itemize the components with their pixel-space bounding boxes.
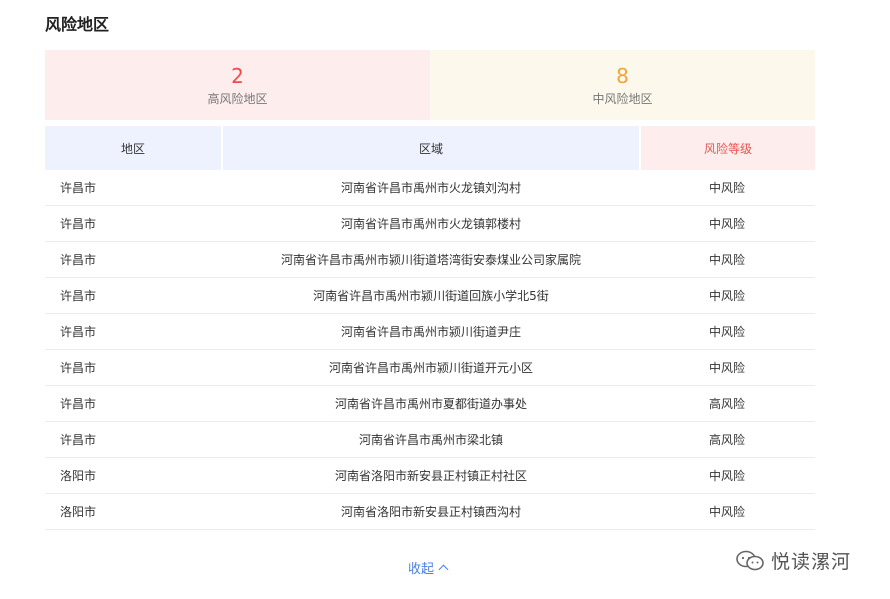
row-area: 河南省许昌市禹州市梁北镇 [358, 433, 503, 447]
row-region: 许昌市 [60, 361, 97, 375]
table-row: 许昌市 河南省许昌市禹州市夏都街道办事处 高风险 [45, 386, 815, 422]
table-row: 洛阳市 河南省洛阳市新安县正村镇正村社区 中风险 [45, 458, 815, 494]
table-row: 洛阳市 河南省洛阳市新安县正村镇西沟村 中风险 [45, 494, 815, 530]
row-area: 河南省许昌市禹州市火龙镇郭楼村 [340, 217, 521, 231]
table-row: 许昌市 河南省许昌市禹州市梁北镇 高风险 [45, 422, 815, 458]
row-area: 河南省许昌市禹州市颍川街道回族小学北5街 [313, 289, 549, 303]
row-region: 许昌市 [60, 433, 97, 447]
row-region: 许昌市 [60, 397, 97, 411]
row-region: 洛阳市 [60, 469, 97, 483]
mid-risk-card[interactable]: 8 中风险地区 [430, 50, 815, 120]
row-level: 中风险 [708, 469, 745, 483]
row-level: 中风险 [708, 361, 745, 375]
row-level: 中风险 [708, 289, 745, 303]
watermark-text: 悦读漯河 [771, 551, 852, 573]
row-region: 许昌市 [60, 325, 97, 339]
mid-risk-count: 8 [616, 64, 629, 88]
row-level: 中风险 [708, 217, 745, 231]
header-region: 地区 [45, 126, 221, 170]
table-row: 许昌市 河南省许昌市禹州市颍川街道开元小区 中风险 [45, 350, 815, 386]
row-area: 河南省许昌市禹州市颍川街道塔湾街安泰煤业公司家属院 [280, 253, 581, 267]
collapse-label: 收起 [408, 561, 435, 577]
table-header: 地区 区域 风险等级 [45, 126, 815, 170]
high-risk-label: 高风险地区 [207, 92, 268, 106]
table-row: 许昌市 河南省许昌市禹州市火龙镇郭楼村 中风险 [45, 206, 815, 242]
header-area: 区域 [223, 126, 639, 170]
row-level: 中风险 [708, 181, 745, 195]
row-area: 河南省许昌市禹州市颍川街道开元小区 [328, 361, 533, 375]
chevron-up-icon [438, 564, 449, 574]
header-level: 风险等级 [641, 126, 815, 170]
section-title: 风险地区 [45, 15, 110, 34]
table-row: 许昌市 河南省许昌市禹州市颍川街道塔湾街安泰煤业公司家属院 中风险 [45, 242, 815, 278]
wechat-icon [735, 550, 765, 572]
row-level: 中风险 [708, 325, 745, 339]
row-region: 许昌市 [60, 217, 97, 231]
row-region: 洛阳市 [60, 505, 97, 519]
table-row: 许昌市 河南省许昌市禹州市颍川街道回族小学北5街 中风险 [45, 278, 815, 314]
table-body: 许昌市 河南省许昌市禹州市火龙镇刘沟村 中风险 许昌市 河南省许昌市禹州市火龙镇郭楼村中… [45, 170, 815, 530]
collapse-button[interactable]: 收起 [408, 557, 449, 577]
watermark: 悦读漯河 [735, 547, 851, 574]
row-area: 河南省许昌市禹州市夏都街道办事处 [334, 397, 527, 411]
row-area: 河南省许昌市禹州市火龙镇刘沟村 [340, 181, 521, 195]
row-level: 中风险 [708, 253, 745, 267]
row-area: 河南省许昌市禹州市颍川街道尹庄 [340, 325, 521, 339]
table-row: 许昌市 河南省许昌市禹州市颍川街道尹庄 中风险 [45, 314, 815, 350]
row-region: 许昌市 [60, 253, 97, 267]
row-level: 高风险 [708, 397, 745, 411]
row-level: 高风险 [708, 433, 745, 447]
mid-risk-label: 中风险地区 [592, 92, 653, 106]
risk-summary: 2 高风险地区 8 中风险地区 [45, 50, 815, 120]
row-region: 许昌市 [60, 181, 97, 195]
high-risk-card[interactable]: 2 高风险地区 [45, 50, 430, 120]
high-risk-count: 2 [231, 64, 244, 88]
risk-area-table: 地区 区域 风险等级 许昌市 河南省许昌市禹州市火龙镇刘沟村 中风险 许昌市 河南省许昌… [45, 126, 815, 530]
row-area: 河南省洛阳市新安县正村镇西沟村 [340, 505, 521, 519]
row-level: 中风险 [708, 505, 745, 519]
row-region: 许昌市 [60, 289, 97, 303]
row-area: 河南省洛阳市新安县正村镇正村社区 [334, 469, 527, 483]
table-row: 许昌市 河南省许昌市禹州市火龙镇刘沟村 中风险 [45, 170, 815, 206]
